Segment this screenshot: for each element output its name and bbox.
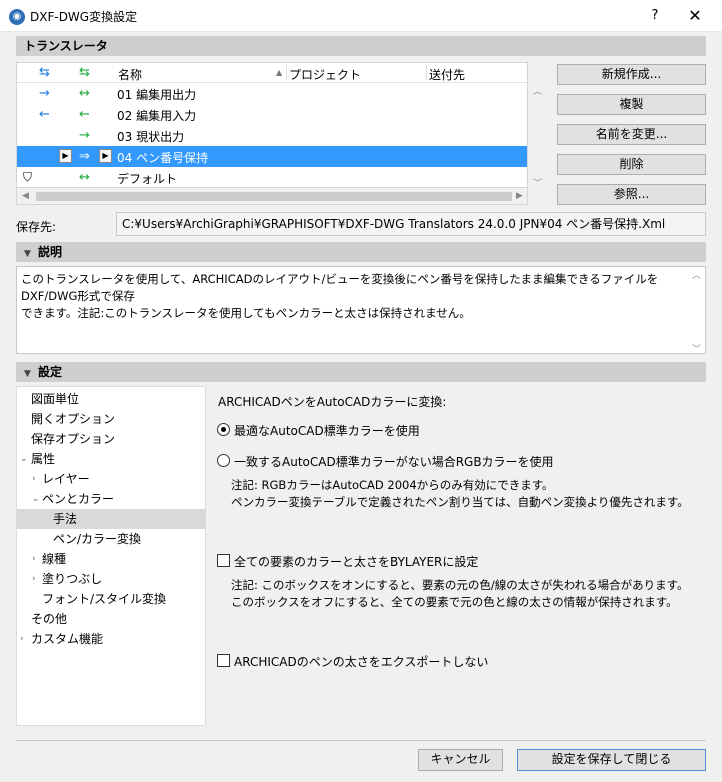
save-and-close-button[interactable]: 設定を保存して閉じる [517, 749, 706, 771]
chevron-right-icon[interactable]: › [20, 629, 24, 649]
left-arrow-icon: ← [39, 107, 50, 122]
tree-item-fills[interactable]: › 塗りつぶし [17, 569, 206, 589]
import-arrow-icon: ⇆ [39, 65, 50, 80]
play-icon[interactable]: ▶ [59, 149, 72, 163]
bylayer-checkbox[interactable] [217, 554, 230, 567]
list-item[interactable]: → 03 現状出力 [17, 125, 527, 146]
list-item-label: 04 ペン番号保持 [117, 151, 209, 165]
tree-item-method[interactable]: 手法 [17, 509, 206, 529]
chevron-right-icon[interactable]: › [32, 569, 36, 589]
tree-item-attributes[interactable]: ⌄ 属性 [17, 449, 206, 469]
collapse-triangle-icon: ▼ [24, 249, 31, 259]
scroll-right-icon[interactable]: ▶ [516, 191, 523, 201]
scroll-up-icon[interactable]: ︿ [692, 268, 701, 281]
close-button[interactable]: ✕ [684, 5, 706, 27]
scroll-left-icon[interactable]: ◀ [22, 191, 29, 201]
column-destination[interactable]: 送付先 [429, 66, 465, 83]
panel-heading: ARCHICADペンをAutoCADカラーに変換: [218, 395, 447, 409]
sort-ascending-icon: ▲ [276, 68, 283, 77]
divider [16, 740, 706, 741]
browse-button[interactable]: 参照... [557, 184, 706, 205]
chevron-right-icon[interactable]: › [32, 549, 36, 569]
save-path-field: C:¥Users¥ArchiGraphi¥GRAPHISOFT¥DXF-DWG … [116, 212, 706, 236]
list-item[interactable]: ← ← 02 編集用入力 [17, 104, 527, 125]
note-rgb: 注記: RGBカラーはAutoCAD 2004からのみ有効にできます。 ペンカラ… [231, 478, 689, 509]
double-arrow-icon: ↔ [79, 170, 90, 185]
duplicate-button[interactable]: 複製 [557, 94, 706, 115]
scroll-up-icon[interactable]: ︿ [533, 84, 542, 97]
tree-item-custom[interactable]: › カスタム機能 [17, 629, 206, 649]
delete-button[interactable]: 削除 [557, 154, 706, 175]
tree-item-pen-color-conversion[interactable]: ペン/カラー変換 [17, 529, 206, 549]
column-name[interactable]: 名称 [118, 66, 142, 83]
list-item-label: 02 編集用入力 [117, 109, 197, 123]
column-separator [286, 65, 287, 80]
tree-item-linetypes[interactable]: › 線種 [17, 549, 206, 569]
description-line: できます。注記:このトランスレータを使用してもペンカラーと太さは保持されません。 [21, 306, 471, 320]
tree-item-font-style[interactable]: フォント/スタイル変換 [17, 589, 206, 609]
double-right-arrow-icon: ⇒ [79, 149, 90, 164]
settings-tree[interactable]: 図面単位 開くオプション 保存オプション ⌄ 属性 › レイヤー ⌄ ペンとカラー 手… [16, 386, 206, 726]
save-path-label: 保存先: [16, 220, 57, 234]
description-line: このトランスレータを使用して、ARCHICADのレイアウト/ビューを変換後にペン… [21, 272, 659, 303]
list-item-label: 01 編集用出力 [117, 88, 197, 102]
tree-item-misc[interactable]: その他 [17, 609, 206, 629]
double-arrow-icon: ↔ [79, 86, 90, 101]
description-text-box[interactable]: このトランスレータを使用して、ARCHICADのレイアウト/ビューを変換後にペン… [16, 266, 706, 354]
column-separator [426, 65, 427, 80]
scroll-down-icon[interactable]: ﹀ [692, 342, 701, 355]
note-bylayer: 注記: このボックスをオンにすると、要素の元の色/線の太さが失われる場合がありま… [231, 578, 689, 609]
scroll-down-icon[interactable]: ﹀ [533, 176, 542, 189]
settings-section-header[interactable]: ▼ 設定 [16, 362, 706, 382]
rename-button[interactable]: 名前を変更... [557, 124, 706, 145]
tree-item-open-options[interactable]: 開くオプション [17, 409, 206, 429]
column-project[interactable]: プロジェクト [289, 66, 361, 83]
list-item-selected[interactable]: ▶ ⇒ ▶ 04 ペン番号保持 [17, 146, 527, 167]
export-arrow-icon: ⇆ [79, 65, 90, 80]
translator-list[interactable]: 名称 ▲ プロジェクト 送付先 ⇆ ⇆ → ↔ 01 編集用出力 ← ← 02 … [16, 62, 528, 188]
radio-rgb-fallback-label[interactable]: 一致するAutoCAD標準カラーがない場合RGBカラーを使用 [234, 453, 554, 470]
cancel-button[interactable]: キャンセル [418, 749, 503, 771]
scrollbar-thumb[interactable] [36, 192, 512, 201]
tree-item-save-options[interactable]: 保存オプション [17, 429, 206, 449]
section-label: トランスレータ [24, 39, 108, 53]
window-title: DXF-DWG変換設定 [30, 10, 138, 24]
radio-rgb-fallback[interactable] [217, 454, 230, 467]
bylayer-checkbox-label[interactable]: 全ての要素のカラーと太さをBYLAYERに設定 [234, 553, 478, 570]
list-item-label: 03 現状出力 [117, 130, 185, 144]
translator-section-header[interactable]: トランスレータ [16, 36, 706, 56]
list-item[interactable]: → ↔ 01 編集用出力 [17, 83, 527, 104]
chevron-down-icon[interactable]: ⌄ [32, 489, 40, 509]
new-button[interactable]: 新規作成... [557, 64, 706, 85]
lock-icon: ⛉ [23, 170, 33, 184]
list-header: 名称 ▲ プロジェクト 送付先 ⇆ ⇆ [17, 63, 527, 83]
tree-item-layers[interactable]: › レイヤー [17, 469, 206, 489]
chevron-right-icon[interactable]: › [32, 469, 36, 489]
description-section-header[interactable]: ▼ 説明 [16, 242, 706, 262]
archicad-app-icon: ◉ [9, 9, 25, 25]
help-button[interactable]: ? [644, 5, 666, 27]
list-item[interactable]: ⛉ ↔ デフォルト [17, 167, 527, 187]
play-icon[interactable]: ▶ [99, 149, 112, 163]
tree-item-units[interactable]: 図面単位 [17, 389, 206, 409]
chevron-down-icon[interactable]: ⌄ [20, 449, 28, 469]
tree-item-pen-color[interactable]: ⌄ ペンとカラー [17, 489, 206, 509]
left-arrow-icon: ← [79, 107, 90, 122]
no-pen-weight-checkbox[interactable] [217, 654, 230, 667]
no-pen-weight-checkbox-label[interactable]: ARCHICADのペンの太さをエクスポートしない [234, 653, 488, 670]
section-label: 説明 [38, 245, 63, 259]
section-label: 設定 [38, 365, 63, 379]
collapse-triangle-icon: ▼ [24, 369, 31, 379]
radio-best-aci-label[interactable]: 最適なAutoCAD標準カラーを使用 [234, 422, 420, 439]
list-item-label: デフォルト [117, 172, 178, 186]
right-arrow-icon: → [39, 86, 50, 101]
radio-best-aci[interactable] [217, 423, 230, 436]
right-arrow-icon: → [79, 128, 90, 143]
